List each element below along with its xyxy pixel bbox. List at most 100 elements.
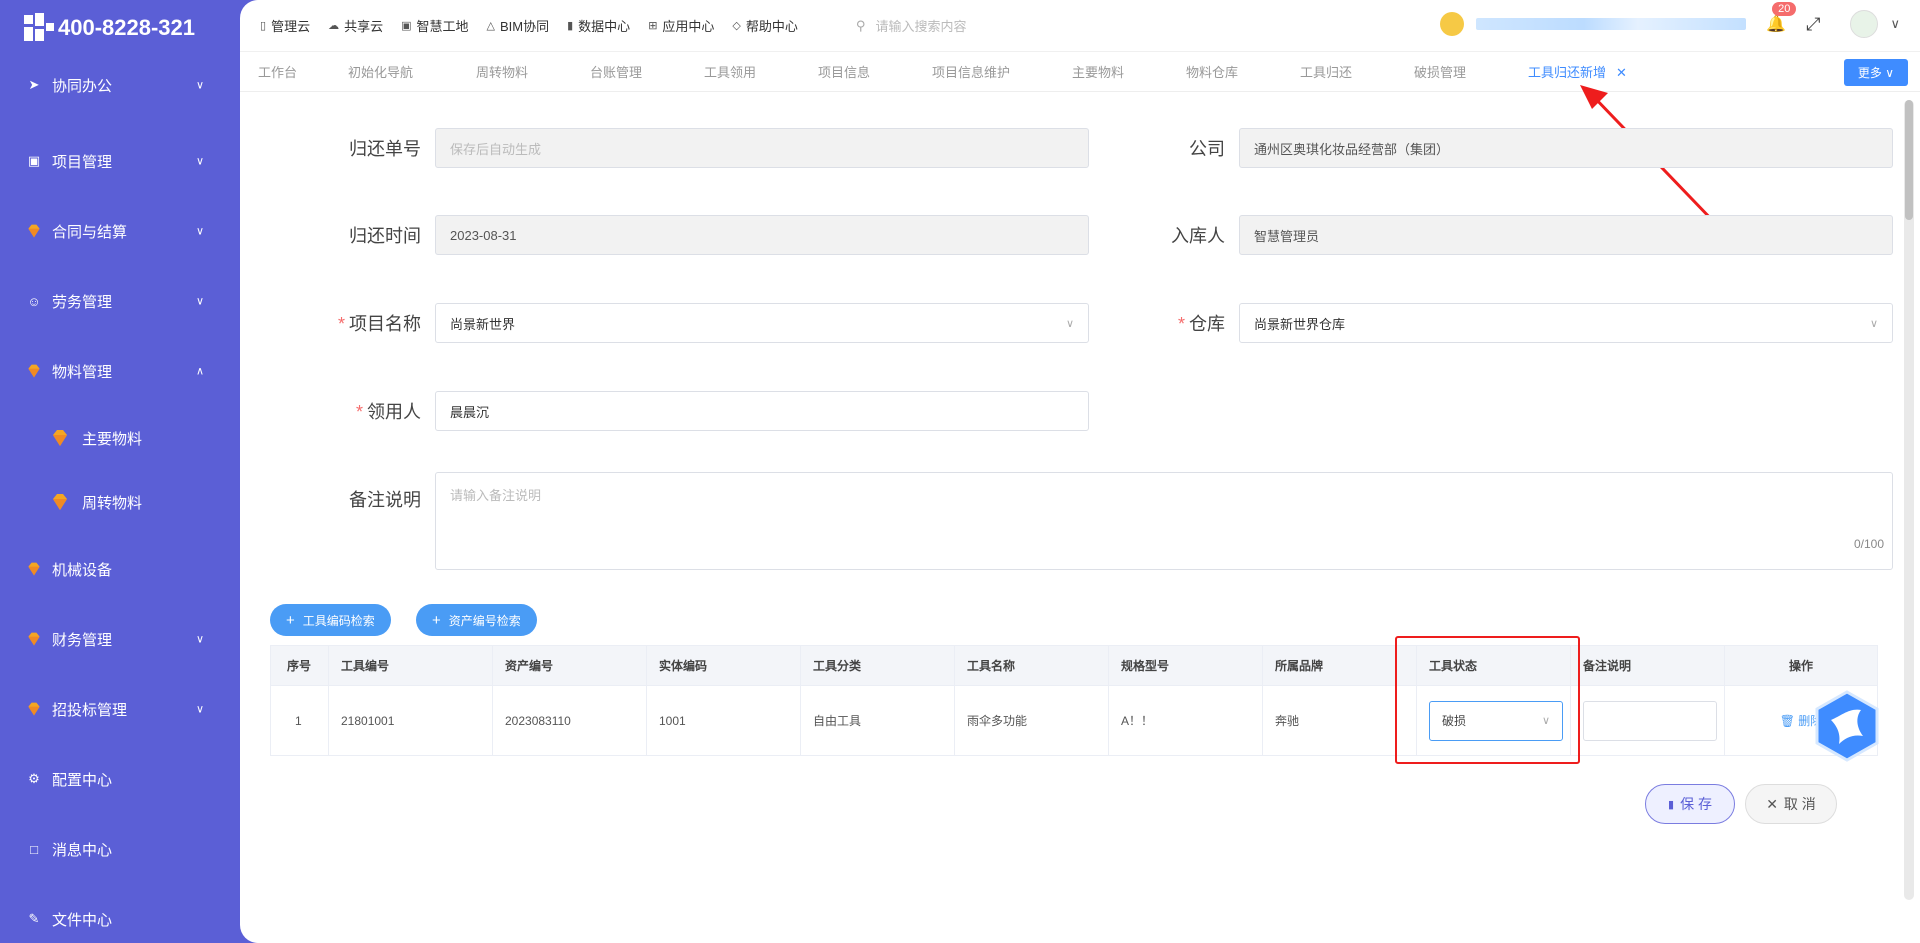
top-nav: ▯ 管理云 ☁ 共享云 ▣ 智慧工地 △ BIM协同 ▮ 数据中心 ⊞ 应用中心 ◇ 帮助中心: [260, 16, 816, 35]
grid-icon: ⊞: [648, 20, 658, 32]
scrollbar-thumb[interactable]: [1905, 100, 1913, 220]
tab-ledger[interactable]: 台账管理: [590, 62, 704, 81]
sidebar-item-files[interactable]: ✎ 文件中心: [0, 884, 240, 943]
project-label: * 项目名称: [337, 314, 421, 334]
warehouse-select[interactable]: 尚景新世界仓库 ∨: [1239, 303, 1893, 343]
cell-tool-no: 21801001: [328, 685, 493, 756]
sidebar-item-config[interactable]: ⚙ 配置中心: [0, 744, 240, 814]
remark-textarea[interactable]: 请输入备注说明 0/100: [435, 472, 1893, 570]
sidebar-subitem-turnover-material[interactable]: 周转物料: [0, 470, 240, 534]
topnav-label: 应用中心: [662, 19, 715, 34]
tool-code-search-label: 工具编码检索: [302, 613, 375, 628]
chevron-down-icon: ∨: [195, 703, 204, 716]
sidebar-item-labor[interactable]: ☺ 劳务管理 ∨: [0, 266, 240, 336]
topnav-share-cloud[interactable]: ☁ 共享云: [328, 16, 383, 35]
asset-code-search-button[interactable]: + 资产编号检索: [416, 604, 537, 636]
topnav-manage-cloud[interactable]: ▯ 管理云: [260, 16, 310, 35]
topnav-label: BIM协同: [499, 19, 550, 34]
chevron-up-icon: ∧: [195, 365, 204, 378]
cell-index: 1: [270, 685, 329, 756]
company-label: 公司: [1189, 139, 1225, 159]
col-name: 工具名称: [954, 645, 1109, 686]
chevron-down-icon: ∨: [195, 225, 204, 238]
tab-main-material[interactable]: 主要物料: [1072, 62, 1186, 81]
warehouser-value: 智慧管理员: [1254, 228, 1320, 244]
chevron-down-icon: ∨: [195, 79, 204, 92]
sidebar-item-label: 财务管理: [52, 631, 113, 649]
more-button[interactable]: 更多 ∨: [1843, 59, 1908, 86]
close-icon[interactable]: ✕: [1616, 65, 1627, 80]
return-no-placeholder: 保存后自动生成: [450, 141, 542, 157]
receiver-field[interactable]: 晨晨沉: [435, 391, 1089, 431]
company-value: 通州区奥琪化妆品经营部（集团）: [1254, 141, 1450, 157]
row-company: 公司 通州区奥琪化妆品经营部（集团）: [1074, 128, 1893, 168]
bell-icon[interactable]: 🔔 20: [1766, 2, 1797, 34]
gem-icon: [26, 701, 42, 717]
send-icon: ➤: [28, 77, 40, 92]
sidebar-item-contract[interactable]: 合同与结算 ∨: [0, 196, 240, 266]
topnav-app-center[interactable]: ⊞ 应用中心: [648, 16, 714, 35]
brand-phone: 400-8228-321: [58, 15, 196, 40]
scrollbar[interactable]: [1904, 100, 1914, 900]
tab-material-warehouse[interactable]: 物料仓库: [1186, 62, 1300, 81]
top-bar: ▯ 管理云 ☁ 共享云 ▣ 智慧工地 △ BIM协同 ▮ 数据中心 ⊞ 应用中心 ◇ 帮助中心…: [240, 0, 1920, 52]
topnav-smart-site[interactable]: ▣ 智慧工地: [401, 16, 468, 35]
sidebar-item-message[interactable]: □ 消息中心: [0, 814, 240, 884]
sidebar-item-machinery[interactable]: 机械设备: [0, 534, 240, 604]
receiver-value: 晨晨沉: [450, 404, 490, 420]
sidebar-item-material[interactable]: 物料管理 ∧: [0, 336, 240, 406]
chevron-down-icon: ∨: [195, 633, 204, 646]
col-tool-no: 工具编号: [328, 645, 493, 686]
tab-project-maintain[interactable]: 项目信息维护: [932, 62, 1072, 81]
tab-tool-receive[interactable]: 工具领用: [704, 62, 818, 81]
row-return-time: 归还时间 2023-08-31: [270, 215, 1089, 255]
chevron-down-icon: ∨: [1869, 317, 1878, 330]
bird-assistant-icon[interactable]: [1815, 690, 1879, 762]
notification-badge: 20: [1772, 2, 1797, 16]
topnav-bim[interactable]: △ BIM协同: [487, 16, 550, 35]
sidebar-item-label: 协同办公: [52, 77, 113, 95]
topnav-help-center[interactable]: ◇ 帮助中心: [732, 16, 797, 35]
project-select[interactable]: 尚景新世界 ∨: [435, 303, 1089, 343]
sidebar-item-label: 物料管理: [52, 363, 113, 381]
topnav-data-center[interactable]: ▮ 数据中心: [567, 16, 630, 35]
project-label-text: 项目名称: [349, 314, 421, 334]
search-box[interactable]: ⚲ 请输入搜索内容: [856, 16, 967, 35]
tab-tool-return[interactable]: 工具归还: [1300, 62, 1414, 81]
col-asset-no: 资产编号: [492, 645, 647, 686]
book-icon: ▣: [401, 20, 412, 32]
col-category: 工具分类: [800, 645, 955, 686]
sidebar-item-collab[interactable]: ➤ 协同办公 ∨: [0, 50, 240, 120]
tab-tool-return-new[interactable]: 工具归还新增 ✕: [1528, 62, 1649, 81]
row-project: * 项目名称 尚景新世界 ∨: [270, 303, 1089, 343]
warehouse-label: * 仓库: [1177, 314, 1225, 334]
book-icon: ▣: [27, 153, 41, 168]
vip-icon: [1440, 12, 1465, 36]
sidebar-subitem-label: 周转物料: [82, 494, 143, 512]
tool-code-search-button[interactable]: + 工具编码检索: [270, 604, 391, 636]
sidebar-item-bidding[interactable]: 招投标管理 ∨: [0, 674, 240, 744]
cell-brand: 奔驰: [1262, 685, 1417, 756]
table-row: 1 21801001 2023083110 1001 自由工具 雨伞多功能 A！…: [270, 685, 1878, 756]
save-button[interactable]: ▮ 保 存: [1645, 784, 1735, 824]
tab-init-nav[interactable]: 初始化导航: [348, 62, 476, 81]
fullscreen-icon[interactable]: ⤢: [1806, 14, 1820, 35]
sidebar-item-finance[interactable]: 财务管理 ∨: [0, 604, 240, 674]
sidebar-subitem-main-material[interactable]: 主要物料: [0, 406, 240, 470]
tab-project-info[interactable]: 项目信息: [818, 62, 932, 81]
tab-workbench[interactable]: 工作台: [258, 62, 348, 81]
tool-table: 序号 工具编号 资产编号 实体编码 工具分类 工具名称 规格型号 所属品牌 工具…: [270, 645, 1878, 756]
return-time-field: 2023-08-31: [435, 215, 1089, 255]
remark-input[interactable]: [1583, 700, 1717, 741]
sidebar-item-project[interactable]: ▣ 项目管理 ∨: [0, 126, 240, 196]
avatar[interactable]: [1850, 10, 1879, 38]
row-warehouser: 入库人 智慧管理员: [1074, 215, 1893, 255]
cell-spec: A！！: [1108, 685, 1263, 756]
gem-icon: [50, 492, 70, 512]
cube-icon: △: [486, 20, 495, 32]
chevron-down-icon[interactable]: ∨: [1890, 16, 1900, 32]
brand: 400-8228-321: [0, 0, 240, 56]
tab-damage[interactable]: 破损管理: [1414, 62, 1528, 81]
tab-turnover[interactable]: 周转物料: [476, 62, 590, 81]
cancel-button[interactable]: ✕ 取 消: [1745, 784, 1837, 824]
